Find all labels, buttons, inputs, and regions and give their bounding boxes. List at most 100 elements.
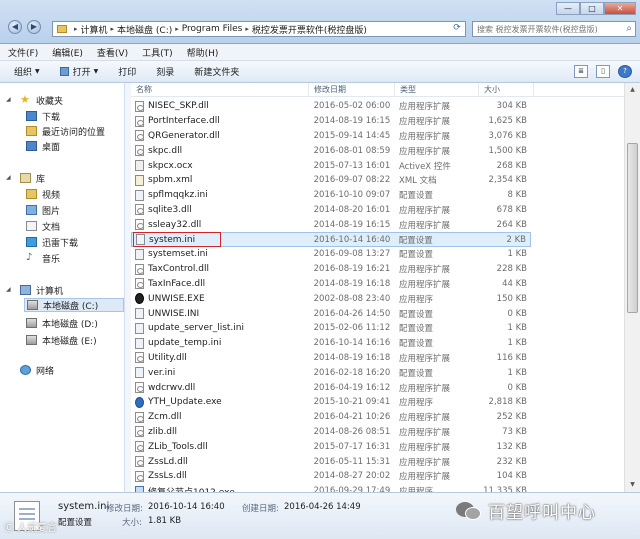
- file-size: 252 KB: [496, 412, 527, 423]
- scroll-up-icon[interactable]: ▲: [625, 83, 640, 97]
- file-row[interactable]: skpcx.ocx 2015-07-13 16:01 ActiveX 控件 268 K…: [131, 158, 531, 173]
- nav-drive-e[interactable]: 本地磁盘 (E:): [26, 333, 97, 347]
- file-row[interactable]: Zcm.dll 2016-04-21 10:26 应用程序扩展 252 KB: [131, 410, 531, 425]
- file-row[interactable]: systemset.ini 2016-09-08 13:27 配置设置 1 KB: [131, 247, 531, 262]
- menu-view[interactable]: 查看(V): [97, 46, 128, 59]
- file-row[interactable]: spflmqqkz.ini 2016-10-10 09:07 配置设置 8 KB: [131, 188, 531, 203]
- forward-button[interactable]: ▶: [27, 20, 41, 34]
- file-row[interactable]: 修复父节点1012.exe2016-09-29 17:49应用程序11,335 …: [131, 484, 531, 492]
- menu-file[interactable]: 文件(F): [8, 46, 38, 59]
- file-name: sqlite3.dll: [148, 204, 192, 215]
- file-row[interactable]: ZssLd.dll 2016-05-11 15:31 应用程序扩展 232 KB: [131, 454, 531, 469]
- file-size: 2 KB: [506, 234, 526, 245]
- library-icon: [20, 173, 31, 183]
- file-row[interactable]: Utility.dll 2014-08-19 16:18 应用程序扩展 116 KB: [131, 351, 531, 366]
- column-header: 名称 修改日期 类型 大小: [131, 83, 640, 97]
- breadcrumb-program-files[interactable]: Program Files: [182, 24, 243, 34]
- file-row[interactable]: ver.ini 2016-02-18 16:20 配置设置 1 KB: [131, 365, 531, 380]
- nav-favorites[interactable]: ★ 收藏夹: [20, 93, 63, 107]
- file-type: 应用程序扩展: [399, 117, 451, 128]
- refresh-icon[interactable]: ⟳: [451, 23, 463, 35]
- file-name: ZssLs.dll: [148, 471, 187, 482]
- file-date: 2016-04-19 16:12: [313, 382, 391, 393]
- file-row[interactable]: sqlite3.dll 2014-08-20 16:01 应用程序扩展 678 KB: [131, 203, 531, 218]
- expand-icon[interactable]: ◢: [6, 96, 11, 103]
- documents-folder-icon: [26, 221, 37, 231]
- nav-documents[interactable]: 文档: [26, 219, 60, 233]
- details-modified-label: 修改日期:: [106, 504, 143, 514]
- file-row[interactable]: YTH_Update.exe 2015-10-21 09:41 应用程序 2,818 …: [131, 395, 531, 410]
- scroll-down-icon[interactable]: ▼: [625, 478, 640, 492]
- file-row[interactable]: wdcrwv.dll 2016-04-19 16:12 应用程序扩展 0 KB: [131, 380, 531, 395]
- menu-tools[interactable]: 工具(T): [142, 46, 173, 59]
- file-row[interactable]: QRGenerator.dll 2015-09-14 14:45 应用程序扩展 3,0…: [131, 129, 531, 144]
- file-size: 1,500 KB: [488, 145, 527, 156]
- nav-desktop[interactable]: 桌面: [26, 139, 60, 153]
- file-date: 2014-08-20 16:01: [313, 204, 391, 215]
- nav-videos[interactable]: 视频: [26, 187, 60, 201]
- column-date[interactable]: 修改日期: [309, 83, 395, 96]
- nav-downloads[interactable]: 下载: [26, 109, 60, 123]
- file-row[interactable]: update_server_list.ini 2015-02-06 11:12 配置…: [131, 321, 531, 336]
- vertical-scrollbar[interactable]: ▲ ▼: [624, 83, 640, 492]
- nav-recent[interactable]: 最近访问的位置: [26, 124, 105, 138]
- file-date: 2016-04-21 10:26: [313, 412, 391, 423]
- maximize-button[interactable]: □: [580, 2, 604, 15]
- file-size: 268 KB: [496, 160, 527, 171]
- preview-pane-icon[interactable]: ▯: [596, 65, 610, 78]
- nav-thunder-downloads[interactable]: 迅雷下载: [26, 235, 78, 249]
- file-row[interactable]: TaxInFace.dll 2014-08-19 16:18 应用程序扩展 44 KB: [131, 277, 531, 292]
- nav-network[interactable]: 网络: [20, 363, 54, 377]
- burn-button[interactable]: 刻录: [156, 65, 174, 78]
- nav-computer[interactable]: 计算机: [20, 283, 63, 297]
- nav-drive-c[interactable]: 本地磁盘 (C:): [24, 298, 124, 312]
- breadcrumb-current-folder[interactable]: 税控发票开票软件(税控盘版): [252, 23, 367, 36]
- file-row[interactable]: update_temp.ini 2016-10-14 16:16 配置设置 1 KB: [131, 336, 531, 351]
- nav-libraries[interactable]: 库: [20, 171, 45, 185]
- view-options-icon[interactable]: ≣: [574, 65, 588, 78]
- file-size: 264 KB: [496, 219, 527, 230]
- file-name: PortInterface.dll: [148, 116, 220, 127]
- file-row[interactable]: NISEC_SKP.dll 2016-05-02 06:00 应用程序扩展 304 K…: [131, 99, 531, 114]
- file-row[interactable]: ZLib_Tools.dll 2015-07-17 16:31 应用程序扩展 132 …: [131, 439, 531, 454]
- file-name: Zcm.dll: [148, 412, 182, 423]
- organize-button[interactable]: 组织 ▼: [14, 65, 40, 78]
- close-button[interactable]: ✕: [604, 2, 636, 15]
- print-button[interactable]: 打印: [118, 65, 136, 78]
- search-input[interactable]: [477, 24, 617, 34]
- file-row[interactable]: UNWISE.INI 2016-04-26 14:50 配置设置 0 KB: [131, 306, 531, 321]
- file-row[interactable]: ZssLs.dll 2014-08-27 20:02 应用程序扩展 104 KB: [131, 469, 531, 484]
- details-modified-value: 2016-10-14 16:40: [148, 502, 225, 512]
- file-row[interactable]: zlib.dll 2014-08-26 08:51 应用程序扩展 73 KB: [131, 425, 531, 440]
- file-row[interactable]: TaxControl.dll 2016-08-19 16:21 应用程序扩展 228 …: [131, 262, 531, 277]
- thunder-download-icon: [26, 237, 37, 247]
- file-type: 配置设置: [399, 309, 434, 320]
- breadcrumb-drive-c[interactable]: 本地磁盘 (C:): [117, 23, 172, 36]
- back-button[interactable]: ◀: [8, 20, 22, 34]
- minimize-button[interactable]: —: [556, 2, 580, 15]
- file-name-cell: 修复父节点1012.exe: [131, 485, 308, 492]
- menu-edit[interactable]: 编辑(E): [52, 46, 83, 59]
- column-type[interactable]: 类型: [395, 83, 479, 96]
- file-row[interactable]: UNWISE.EXE 2002-08-08 23:40 应用程序 150 KB: [131, 291, 531, 306]
- nav-drive-d[interactable]: 本地磁盘 (D:): [26, 316, 98, 330]
- column-size[interactable]: 大小: [479, 83, 534, 96]
- expand-icon[interactable]: ◢: [6, 286, 11, 293]
- address-bar[interactable]: ▸ 计算机 ▸ 本地磁盘 (C:) ▸ Program Files ▸ 税控发票…: [52, 21, 466, 37]
- search-icon[interactable]: ⌕: [626, 23, 632, 34]
- file-row[interactable]: spbm.xml 2016-09-07 08:22 XML 文档 2,354 KB: [131, 173, 531, 188]
- new-folder-button[interactable]: 新建文件夹: [194, 65, 239, 78]
- nav-music[interactable]: ♪ 音乐: [26, 251, 60, 265]
- scroll-thumb[interactable]: [627, 143, 638, 313]
- open-button[interactable]: 打开 ▼: [59, 65, 98, 78]
- expand-icon[interactable]: ◢: [6, 174, 11, 181]
- help-icon[interactable]: ?: [618, 65, 632, 78]
- file-row[interactable]: skpc.dll 2016-08-01 08:59 应用程序扩展 1,500 KB: [131, 143, 531, 158]
- file-row[interactable]: PortInterface.dll 2014-08-19 16:15 应用程序扩展 1…: [131, 114, 531, 129]
- nav-pictures[interactable]: 图片: [26, 203, 60, 217]
- file-row[interactable]: ssleay32.dll 2014-08-19 16:15 应用程序扩展 264 KB: [131, 217, 531, 232]
- menu-help[interactable]: 帮助(H): [187, 46, 219, 59]
- breadcrumb-computer[interactable]: 计算机: [81, 23, 108, 36]
- file-type: 应用程序扩展: [399, 472, 451, 483]
- column-name[interactable]: 名称: [131, 83, 309, 96]
